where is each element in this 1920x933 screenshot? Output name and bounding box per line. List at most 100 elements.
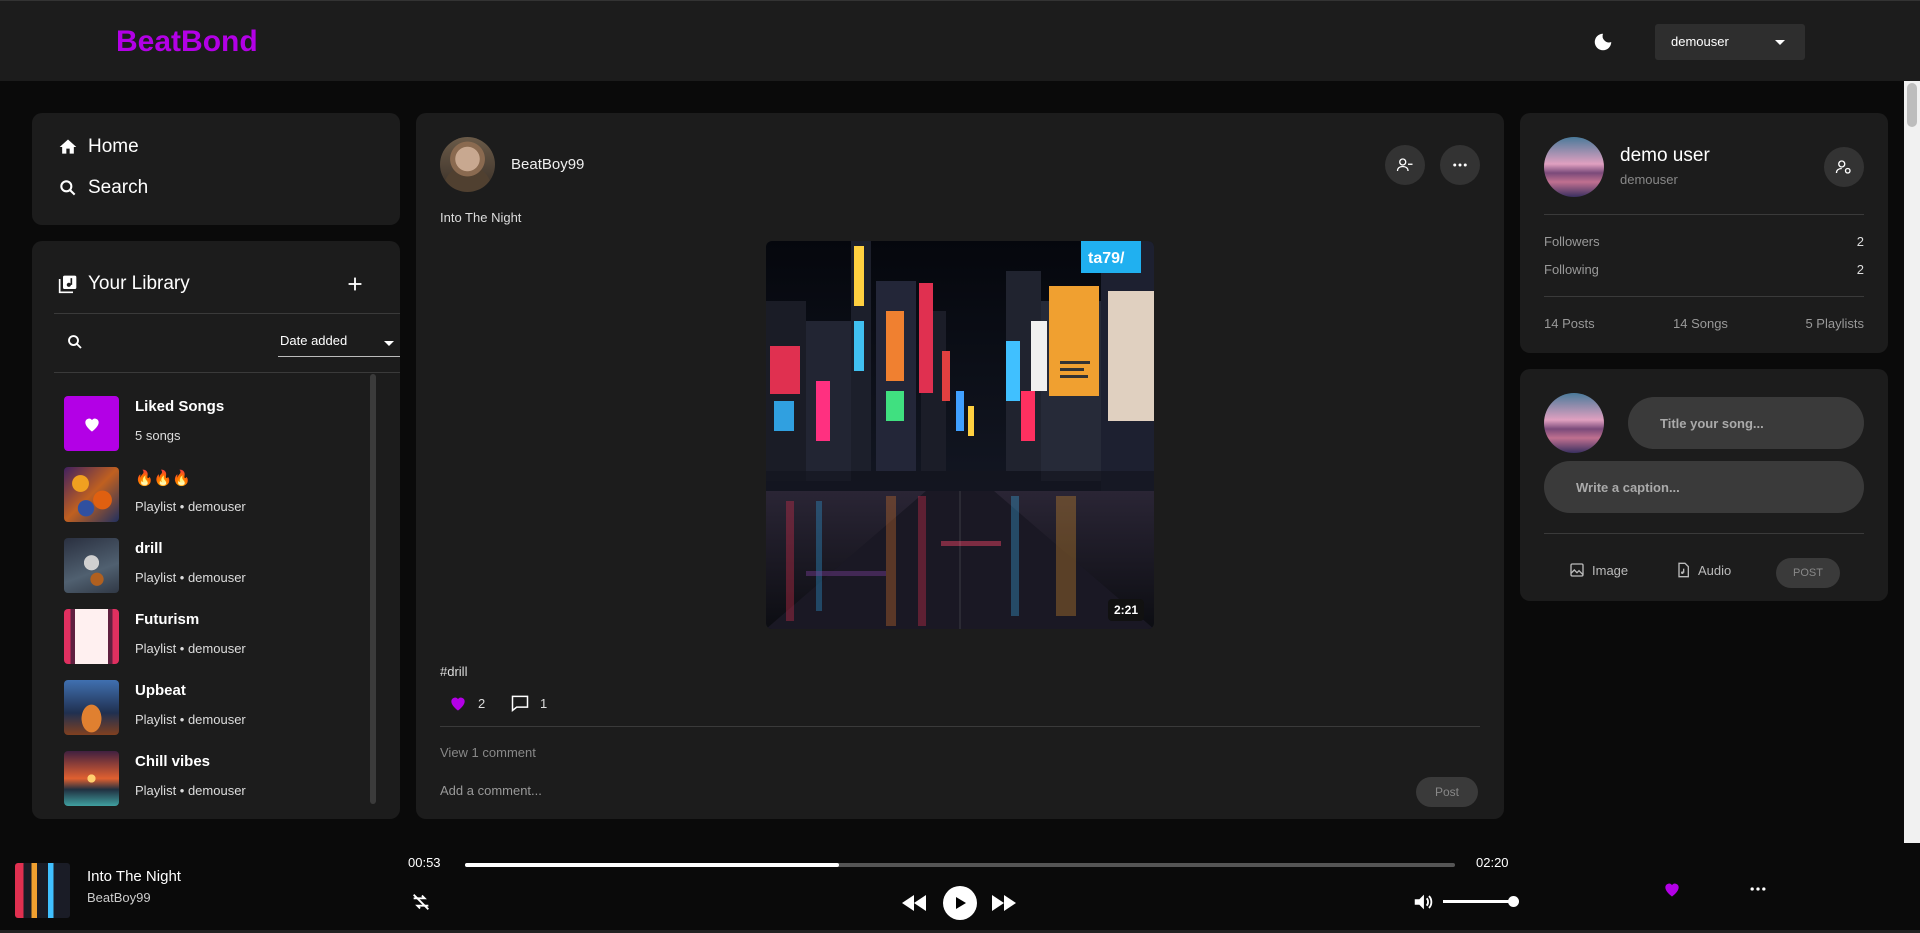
unfollow-button[interactable]	[1385, 145, 1425, 185]
followers-row[interactable]: Followers 2	[1544, 234, 1864, 249]
library-title: Your Library	[88, 273, 190, 294]
library-item-subtitle: Playlist • demouser	[135, 499, 246, 514]
nav-home-label: Home	[88, 136, 139, 157]
song-title-input[interactable]	[1628, 397, 1864, 449]
library-item-playlist[interactable]: Upbeat Playlist • demouser	[64, 680, 364, 738]
shuffle-button[interactable]	[410, 891, 432, 918]
fast-forward-icon	[992, 895, 1016, 911]
library-item-name: drill	[135, 540, 163, 557]
nav-search-label: Search	[88, 177, 149, 198]
post-hashtag[interactable]: #drill	[440, 664, 467, 679]
home-icon	[59, 139, 77, 154]
playlist-thumb	[64, 751, 119, 806]
now-playing-cover[interactable]	[15, 863, 70, 918]
post-author-name[interactable]: BeatBoy99	[511, 156, 584, 173]
progress-bar[interactable]	[465, 863, 1455, 867]
profile-avatar[interactable]	[1544, 137, 1604, 197]
library-item-subtitle: Playlist • demouser	[135, 783, 246, 798]
like-song-button[interactable]	[1662, 879, 1682, 904]
previous-button[interactable]	[900, 891, 928, 920]
library-item-name: Liked Songs	[135, 398, 225, 415]
songs-count[interactable]: 14 Songs	[1673, 316, 1728, 331]
following-row[interactable]: Following 2	[1544, 262, 1864, 277]
library-scrollbar[interactable]	[370, 374, 376, 804]
comment-count: 1	[540, 695, 548, 711]
liked-songs-thumb	[64, 396, 119, 451]
library-icon	[58, 275, 77, 294]
heart-icon	[84, 418, 99, 431]
comment-button[interactable]: 1	[510, 693, 547, 713]
current-time: 00:53	[408, 855, 441, 870]
comment-input[interactable]	[440, 783, 1400, 798]
divider	[54, 313, 400, 314]
duration-badge: 2:21	[1107, 599, 1144, 621]
library-item-name: Chill vibes	[135, 753, 211, 770]
create-playlist-button[interactable]	[344, 273, 366, 295]
library-item-subtitle: Playlist • demouser	[135, 712, 246, 727]
add-audio-label: Audio	[1698, 562, 1732, 578]
scrollbar-thumb[interactable]	[1907, 83, 1917, 127]
add-audio-button[interactable]: Audio	[1675, 562, 1731, 578]
more-horizontal-icon	[1750, 887, 1766, 891]
library-sort-dropdown[interactable]: Date added	[278, 333, 400, 357]
library-item-playlist[interactable]: drill Playlist • demouser	[64, 538, 364, 596]
more-horizontal-icon	[1453, 163, 1467, 167]
nav-home[interactable]: Home	[58, 136, 139, 158]
progress-fill	[465, 863, 840, 867]
volume-icon	[1414, 894, 1433, 910]
library-item-playlist[interactable]: 🔥🔥🔥 Playlist • demouser	[64, 467, 364, 525]
post-more-button[interactable]	[1440, 145, 1480, 185]
now-playing-title[interactable]: Into The Night	[87, 868, 181, 885]
submit-post-button[interactable]: POST	[1776, 558, 1840, 588]
theme-toggle-button[interactable]	[1592, 31, 1614, 53]
total-time: 02:20	[1476, 855, 1509, 870]
comment-icon	[511, 695, 529, 713]
play-button[interactable]	[943, 886, 977, 920]
like-count: 2	[478, 695, 486, 711]
profile-settings-button[interactable]	[1824, 147, 1864, 187]
player-more-button[interactable]	[1748, 879, 1768, 904]
create-post-card: Image Audio POST	[1520, 369, 1888, 601]
volume-slider[interactable]	[1443, 896, 1519, 907]
plus-icon	[348, 277, 362, 291]
playlist-thumb	[64, 538, 119, 593]
library-item-playlist[interactable]: Futurism Playlist • demouser	[64, 609, 364, 667]
now-playing-artist[interactable]: BeatBoy99	[87, 890, 151, 905]
library-item-name: 🔥🔥🔥	[135, 470, 192, 487]
sign-text: ta79/	[1088, 250, 1125, 267]
post-comment-button[interactable]: Post	[1416, 777, 1478, 807]
post-title: Into The Night	[440, 210, 522, 225]
add-image-label: Image	[1592, 562, 1629, 578]
music-player-bar: Into The Night BeatBoy99 00:53 02:20	[0, 843, 1920, 933]
playlist-thumb	[64, 609, 119, 664]
like-button[interactable]: 2	[448, 693, 485, 713]
rewind-icon	[902, 895, 926, 911]
add-image-button[interactable]: Image	[1569, 562, 1628, 578]
posts-count[interactable]: 14 Posts	[1544, 316, 1595, 331]
followers-label: Followers	[1544, 234, 1600, 249]
library-panel: Your Library Date added Liked Songs 5 so…	[32, 241, 400, 819]
user-menu-dropdown[interactable]: demouser	[1655, 24, 1805, 60]
library-item-subtitle: Playlist • demouser	[135, 641, 246, 656]
next-button[interactable]	[990, 891, 1018, 920]
profile-card: demo user demouser Followers 2 Following…	[1520, 113, 1888, 353]
user-menu-label: demouser	[1671, 34, 1729, 49]
volume-button[interactable]	[1412, 891, 1434, 918]
app-logo[interactable]: BeatBond	[116, 25, 258, 59]
library-item-playlist[interactable]: Chill vibes Playlist • demouser	[64, 751, 364, 809]
post-author-avatar[interactable]	[440, 137, 495, 192]
library-search-button[interactable]	[66, 333, 84, 351]
caption-input[interactable]	[1544, 461, 1864, 513]
post-cover-image[interactable]: ta79/ 2:21	[766, 241, 1154, 629]
divider	[1544, 533, 1864, 534]
nav-search[interactable]: Search	[58, 177, 148, 199]
volume-fill	[1443, 900, 1513, 903]
library-title-button[interactable]: Your Library	[58, 273, 190, 295]
city-night-image: ta79/	[766, 241, 1154, 629]
playlist-thumb	[64, 467, 119, 522]
library-item-liked-songs[interactable]: Liked Songs 5 songs	[64, 396, 364, 454]
view-comments-link[interactable]: View 1 comment	[440, 745, 536, 760]
playlists-count[interactable]: 5 Playlists	[1805, 316, 1864, 331]
volume-knob[interactable]	[1508, 896, 1519, 907]
page-scrollbar[interactable]	[1904, 81, 1920, 843]
